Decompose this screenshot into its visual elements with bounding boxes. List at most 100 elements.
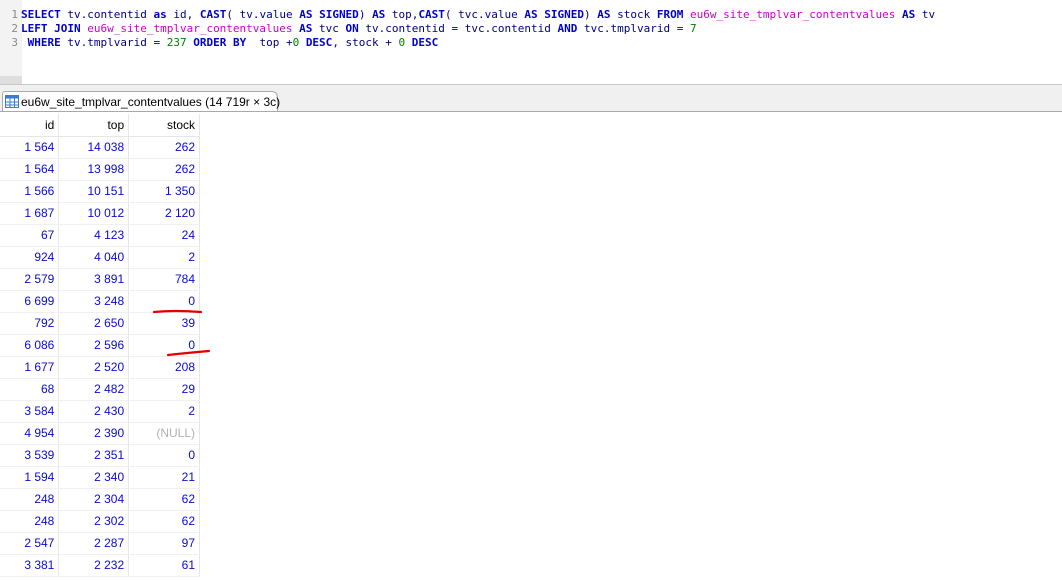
table-row[interactable]: 248 2 302 62 [0,510,200,533]
cell-stock[interactable]: 24 [128,224,200,247]
sql-token: 7 [689,22,697,35]
table-row[interactable]: 1 564 14 038 262 [0,136,200,159]
cell-top[interactable]: 2 232 [58,554,130,577]
cell-id[interactable]: 248 [0,510,60,533]
code-line[interactable]: 3 WHERE tv.tmplvarid = 237 ORDER BY top … [0,36,438,50]
code-line[interactable]: 2 LEFT JOIN eu6w_site_tmplvar_contentvalu… [0,22,697,36]
cell-id[interactable]: 2 579 [0,268,60,291]
line-number: 3 [11,36,18,49]
sql-token: AS [901,8,916,21]
sql-token: AS [299,22,313,35]
table-row[interactable]: 1 564 13 998 262 [0,158,200,181]
table-row[interactable]: 67 4 123 24 [0,224,200,247]
cell-id[interactable]: 924 [0,246,60,269]
table-row[interactable]: 2 579 3 891 784 [0,268,200,291]
sql-editor[interactable]: 1 SELECT tv.contentid as id, CAST( tv.val… [0,0,1062,84]
cell-id[interactable]: 1 564 [0,136,60,159]
column-header-stock[interactable]: stock [128,114,200,137]
cell-top[interactable]: 13 998 [58,158,130,181]
cell-top[interactable]: 2 596 [58,334,130,357]
cell-stock[interactable]: 21 [128,466,200,489]
result-tab[interactable]: eu6w_site_tmplvar_contentvalues (14 719r… [2,91,280,112]
sql-token: WHERE [27,36,61,49]
sql-token: top, [385,8,419,21]
cell-id[interactable]: 2 547 [0,532,60,555]
result-grid[interactable]: id top stock 1 564 14 038 262 1 564 13 998 26… [0,114,200,577]
cell-stock[interactable]: 2 [128,246,200,269]
table-row[interactable]: 68 2 482 29 [0,378,200,401]
table-row[interactable]: 924 4 040 2 [0,246,200,269]
table-row[interactable]: 3 381 2 232 61 [0,554,200,577]
cell-top[interactable]: 2 520 [58,356,130,379]
cell-top[interactable]: 2 482 [58,378,130,401]
cell-stock[interactable]: 29 [128,378,200,401]
cell-stock[interactable]: 0 [128,444,200,467]
cell-id[interactable]: 1 564 [0,158,60,181]
cell-id[interactable]: 792 [0,312,60,335]
cell-top[interactable]: 10 151 [58,180,130,203]
cell-stock[interactable]: (NULL) [128,422,200,445]
cell-top[interactable]: 2 351 [58,444,130,467]
cell-stock[interactable]: 262 [128,158,200,181]
cell-id[interactable]: 248 [0,488,60,511]
cell-top[interactable]: 2 430 [58,400,130,423]
sql-token: as [153,8,167,21]
cell-top[interactable]: 3 891 [58,268,130,291]
cell-id[interactable]: 1 566 [0,180,60,203]
line-number: 1 [11,8,18,21]
sql-token: tv.contentid [60,8,154,21]
cell-top[interactable]: 2 650 [58,312,130,335]
table-row[interactable]: 3 539 2 351 0 [0,444,200,467]
table-row[interactable]: 2 547 2 287 97 [0,532,200,555]
cell-stock[interactable]: 62 [128,488,200,511]
table-row[interactable]: 1 594 2 340 21 [0,466,200,489]
cell-id[interactable]: 1 677 [0,356,60,379]
cell-top[interactable]: 4 123 [58,224,130,247]
cell-id[interactable]: 68 [0,378,60,401]
grid-header-row: id top stock [0,114,200,137]
cell-stock[interactable]: 97 [128,532,200,555]
cell-stock[interactable]: 1 350 [128,180,200,203]
cell-stock[interactable]: 262 [128,136,200,159]
cell-stock[interactable]: 62 [128,510,200,533]
cell-id[interactable]: 1 594 [0,466,60,489]
cell-top[interactable]: 2 302 [58,510,130,533]
column-header-id[interactable]: id [0,114,60,137]
cell-stock[interactable]: 2 120 [128,202,200,225]
cell-stock[interactable]: 208 [128,356,200,379]
cell-id[interactable]: 3 584 [0,400,60,423]
code-line[interactable]: 1 SELECT tv.contentid as id, CAST( tv.val… [0,8,935,22]
cell-stock[interactable]: 61 [128,554,200,577]
sql-token: tv [915,8,936,21]
cell-top[interactable]: 2 390 [58,422,130,445]
sql-token: DESC [305,36,333,49]
cell-top[interactable]: 10 012 [58,202,130,225]
cell-id[interactable]: 67 [0,224,60,247]
table-row[interactable]: 4 954 2 390 (NULL) [0,422,200,445]
cell-top[interactable]: 3 248 [58,290,130,313]
table-row[interactable]: 248 2 304 62 [0,488,200,511]
cell-top[interactable]: 2 304 [58,488,130,511]
cell-top[interactable]: 2 287 [58,532,130,555]
cell-top[interactable]: 14 038 [58,136,130,159]
cell-top[interactable]: 4 040 [58,246,130,269]
table-row[interactable]: 1 687 10 012 2 120 [0,202,200,225]
cell-id[interactable]: 3 539 [0,444,60,467]
cell-id[interactable]: 6 086 [0,334,60,357]
cell-id[interactable]: 4 954 [0,422,60,445]
cell-id[interactable]: 3 381 [0,554,60,577]
cell-top[interactable]: 2 340 [58,466,130,489]
line-number: 2 [11,22,18,35]
column-header-top[interactable]: top [58,114,130,137]
table-row[interactable]: 1 677 2 520 208 [0,356,200,379]
cell-stock[interactable]: 784 [128,268,200,291]
cell-id[interactable]: 1 687 [0,202,60,225]
cell-stock[interactable]: 2 [128,400,200,423]
cell-id[interactable]: 6 699 [0,290,60,313]
table-row[interactable]: 3 584 2 430 2 [0,400,200,423]
table-row[interactable]: 1 566 10 151 1 350 [0,180,200,203]
tabbar-divider [0,111,1062,112]
result-tabbar: eu6w_site_tmplvar_contentvalues (14 719r… [0,85,1062,112]
